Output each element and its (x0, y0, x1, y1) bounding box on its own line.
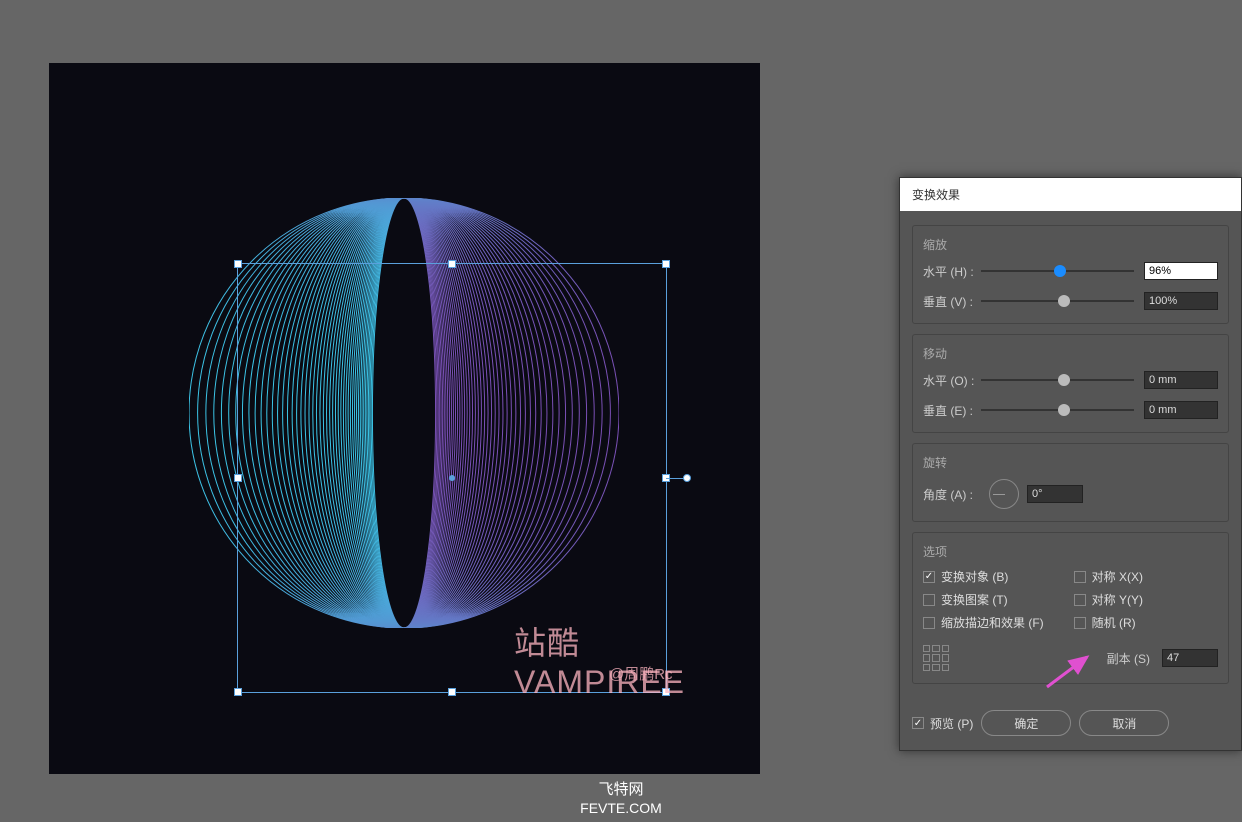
scale-v-label: 垂直 (V) : (923, 293, 981, 310)
scale-h-input[interactable] (1144, 262, 1218, 280)
section-options: 选项 变换对象 (B) 变换图案 (T) 缩放描边和效果 (F) (912, 532, 1229, 684)
angle-label: 角度 (A) : (923, 486, 981, 503)
label-transform-object: 变换对象 (B) (941, 568, 1008, 585)
angle-input[interactable] (1027, 485, 1083, 503)
move-v-slider[interactable] (981, 409, 1134, 411)
label-mirror-y: 对称 Y(Y) (1092, 591, 1143, 608)
cancel-button[interactable]: 取消 (1079, 710, 1169, 736)
selection-center[interactable] (449, 475, 455, 481)
angle-knob[interactable] (989, 479, 1019, 509)
section-move: 移动 水平 (O) : 垂直 (E) : (912, 334, 1229, 433)
canvas-area[interactable]: 站酷 VAMPIREE @周鹏Rc (49, 63, 760, 774)
dialog-title[interactable]: 变换效果 (900, 178, 1241, 211)
label-transform-pattern: 变换图案 (T) (941, 591, 1008, 608)
scale-h-label: 水平 (H) : (923, 263, 981, 280)
scale-v-input[interactable] (1144, 292, 1218, 310)
handle-top-left[interactable] (234, 260, 242, 268)
watermark-sub: @周鹏Rc (609, 663, 673, 684)
label-random: 随机 (R) (1092, 614, 1136, 631)
move-h-input[interactable] (1144, 371, 1218, 389)
handle-top-right[interactable] (662, 260, 670, 268)
dialog-body: 缩放 水平 (H) : 垂直 (V) : 移动 水平 (O) : (900, 211, 1241, 704)
label-preview: 预览 (P) (930, 715, 973, 732)
rotate-title: 旋转 (923, 454, 1218, 471)
handle-mid-left[interactable] (234, 474, 242, 482)
handle-top-mid[interactable] (448, 260, 456, 268)
section-rotate: 旋转 角度 (A) : (912, 443, 1229, 522)
checkbox-transform-pattern[interactable] (923, 594, 935, 606)
checkbox-scale-stroke[interactable] (923, 617, 935, 629)
checkbox-mirror-x[interactable] (1074, 571, 1086, 583)
move-h-slider[interactable] (981, 379, 1134, 381)
checkbox-preview[interactable] (912, 717, 924, 729)
move-v-input[interactable] (1144, 401, 1218, 419)
copies-input[interactable] (1162, 649, 1218, 667)
anchor-point-grid[interactable] (923, 645, 949, 671)
handle-bot-mid[interactable] (448, 688, 456, 696)
transform-effect-dialog: 变换效果 缩放 水平 (H) : 垂直 (V) : 移动 (899, 177, 1242, 751)
checkbox-mirror-y[interactable] (1074, 594, 1086, 606)
caption-1: 飞特网 (0, 778, 1242, 799)
move-v-label: 垂直 (E) : (923, 402, 981, 419)
copies-label: 副本 (S) (1107, 650, 1150, 667)
handle-bot-left[interactable] (234, 688, 242, 696)
move-title: 移动 (923, 345, 1218, 362)
move-h-label: 水平 (O) : (923, 372, 981, 389)
scale-h-slider[interactable] (981, 270, 1134, 272)
caption-2: FEVTE.COM (0, 800, 1242, 816)
options-title: 选项 (923, 543, 1218, 560)
ok-button[interactable]: 确定 (981, 710, 1071, 736)
checkbox-random[interactable] (1074, 617, 1086, 629)
label-mirror-x: 对称 X(X) (1092, 568, 1143, 585)
watermark-text: 站酷 VAMPIREE (514, 618, 760, 701)
section-scale: 缩放 水平 (H) : 垂直 (V) : (912, 225, 1229, 324)
scale-title: 缩放 (923, 236, 1218, 253)
scale-v-slider[interactable] (981, 300, 1134, 302)
checkbox-transform-object[interactable] (923, 571, 935, 583)
label-scale-stroke: 缩放描边和效果 (F) (941, 614, 1044, 631)
rotate-handle[interactable] (683, 474, 691, 482)
